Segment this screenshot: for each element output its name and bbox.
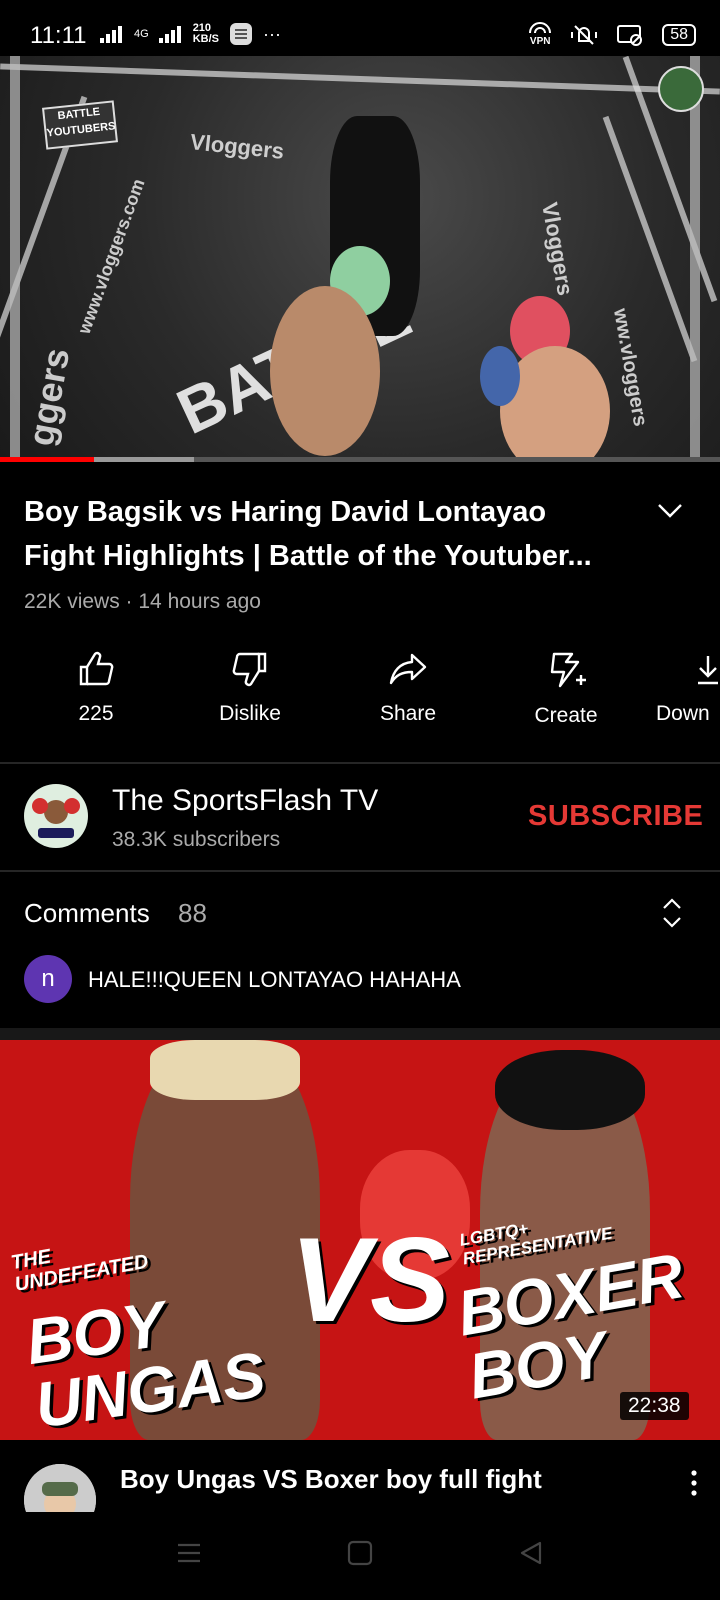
status-time: 11:11	[30, 22, 87, 49]
vpn-label: VPN	[529, 36, 551, 47]
more-vert-icon[interactable]	[684, 1468, 704, 1498]
thumbnail-person-left-hair	[150, 1040, 300, 1100]
dislike-button[interactable]: Dislike	[180, 650, 320, 726]
channel-watermark	[658, 66, 704, 112]
thumbs-up-icon	[79, 651, 114, 686]
signal-icon	[100, 26, 122, 43]
create-button[interactable]: Create	[496, 650, 636, 728]
thumbnail-person-right-hair	[495, 1050, 645, 1130]
vpn-indicator: VPN	[528, 22, 552, 47]
vpn-icon	[529, 22, 552, 34]
video-meta[interactable]: 22K views · 14 hours ago	[24, 590, 261, 614]
expand-collapse-icon[interactable]	[660, 896, 684, 930]
status-right-icons: VPN 58	[528, 22, 696, 47]
chevron-down-icon[interactable]	[656, 496, 684, 524]
network-type-label: 4G	[134, 28, 149, 40]
status-bar: 11:11 4G 210 KB/S ··· VPN 58	[0, 0, 720, 56]
signal-icon	[158, 26, 181, 43]
battery-indicator: 58	[662, 23, 696, 46]
thumbnail-text-vs: VS	[290, 1213, 451, 1347]
channel-name[interactable]: The SportsFlash TV	[112, 784, 378, 818]
share-label: Share	[379, 702, 437, 725]
comments-title: Comments	[24, 898, 150, 928]
download-button[interactable]: Down	[656, 650, 720, 726]
subscribe-button[interactable]: SUBSCRIBE	[528, 800, 703, 833]
like-button[interactable]: 225	[26, 650, 166, 726]
subscriber-count: 38.3K subscribers	[112, 828, 281, 851]
thumbs-down-icon	[232, 652, 267, 687]
section-separator	[0, 1028, 720, 1040]
divider	[0, 870, 720, 872]
video-title[interactable]: Boy Bagsik vs Haring David Lontayao Figh…	[24, 490, 624, 578]
dislike-label: Dislike	[219, 702, 281, 725]
video-player[interactable]: BATTLE YOUTUBERS Vloggers Vloggers ww.vlo…	[0, 56, 720, 462]
comment-avatar: n	[24, 955, 72, 1003]
video-progress-bar[interactable]	[0, 457, 720, 462]
download-label: Down	[656, 702, 710, 725]
menu-icon[interactable]	[176, 1540, 202, 1566]
status-left-icons: 4G 210 KB/S ···	[100, 22, 281, 46]
app-notification-icon	[229, 23, 252, 45]
channel-avatar[interactable]	[24, 784, 88, 848]
network-speed-unit: KB/S	[192, 33, 219, 45]
fighter-left	[270, 286, 380, 456]
download-icon	[698, 656, 718, 685]
video-actions-bar: 225 Dislike Share Create Down	[0, 650, 720, 740]
comments-count: 88	[178, 898, 207, 928]
comment-text: HALE!!!QUEEN LONTAYAO HAHAHA	[88, 967, 461, 992]
channel-logo-icon	[32, 798, 80, 838]
share-icon	[389, 653, 427, 685]
video-progress-fill	[0, 457, 94, 462]
screen-cast-icon	[617, 24, 643, 46]
network-speed: 210 KB/S	[193, 23, 219, 45]
mute-vibrate-icon	[571, 24, 598, 45]
blue-glove	[480, 346, 520, 406]
next-video-thumbnail[interactable]: THE UNDEFEATED BOY UNGAS VS LGBTQ+ REPRE…	[0, 1040, 720, 1440]
more-notifications-icon: ···	[262, 23, 281, 44]
system-nav-bar	[0, 1512, 720, 1600]
share-button[interactable]: Share	[338, 650, 478, 726]
ring-post	[690, 56, 700, 462]
video-duration: 22:38	[620, 1392, 689, 1420]
ring-post	[10, 56, 20, 462]
battle-youtubers-badge: BATTLE YOUTUBERS	[42, 100, 118, 150]
create-label: Create	[534, 704, 598, 727]
back-icon[interactable]	[518, 1540, 544, 1566]
home-icon[interactable]	[347, 1540, 373, 1566]
create-icon	[550, 652, 586, 688]
like-count: 225	[78, 702, 114, 725]
divider	[0, 762, 720, 764]
next-video-title[interactable]: Boy Ungas VS Boxer boy full fight	[120, 1464, 542, 1495]
